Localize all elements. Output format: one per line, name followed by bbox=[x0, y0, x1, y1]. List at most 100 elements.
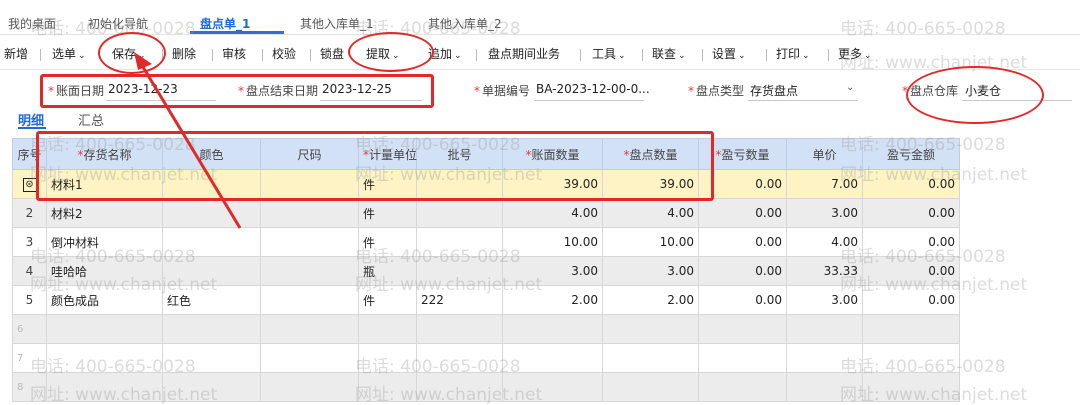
batch-cell[interactable] bbox=[416, 227, 503, 257]
col-color-header[interactable]: 颜色 bbox=[162, 138, 261, 170]
empty-cell[interactable] bbox=[358, 372, 417, 402]
tab-my-desktop[interactable]: 我的桌面 bbox=[8, 15, 56, 33]
size-cell[interactable] bbox=[260, 285, 359, 315]
table-row[interactable]: 6 bbox=[12, 314, 960, 344]
color-cell[interactable] bbox=[162, 169, 261, 199]
empty-cell[interactable] bbox=[162, 314, 261, 344]
audit-button[interactable]: 审核 bbox=[222, 45, 246, 62]
item-name-cell[interactable]: 颜色成品 bbox=[46, 285, 163, 315]
price-cell[interactable]: 3.00 bbox=[786, 198, 863, 228]
color-cell[interactable]: 红色 bbox=[162, 285, 261, 315]
empty-cell[interactable] bbox=[358, 343, 417, 373]
unit-cell[interactable]: 件 bbox=[358, 169, 417, 199]
empty-cell[interactable] bbox=[46, 372, 163, 402]
size-cell[interactable] bbox=[260, 227, 359, 257]
empty-cell[interactable] bbox=[698, 314, 787, 344]
color-cell[interactable] bbox=[162, 198, 261, 228]
count-qty-cell[interactable]: 3.00 bbox=[602, 256, 699, 286]
empty-cell[interactable] bbox=[416, 372, 503, 402]
unit-cell[interactable]: 瓶 bbox=[358, 256, 417, 286]
unit-cell[interactable]: 件 bbox=[358, 198, 417, 228]
lock-button[interactable]: 锁盘 bbox=[320, 45, 344, 62]
book-date-field[interactable]: 2023-12-23 bbox=[108, 82, 178, 96]
unit-cell[interactable]: 件 bbox=[358, 285, 417, 315]
col-count-qty-header[interactable]: *盘点数量 bbox=[602, 138, 699, 170]
count-qty-cell[interactable]: 39.00 bbox=[602, 169, 699, 199]
col-price-header[interactable]: 单价 bbox=[786, 138, 863, 170]
empty-cell[interactable] bbox=[698, 372, 787, 402]
save-button[interactable]: 保存 ⌄ bbox=[112, 45, 146, 62]
price-cell[interactable]: 3.00 bbox=[786, 285, 863, 315]
col-diff-amt-header[interactable]: 盈亏金额 bbox=[862, 138, 960, 170]
batch-cell[interactable] bbox=[416, 169, 503, 199]
count-qty-cell[interactable]: 10.00 bbox=[602, 227, 699, 257]
linked-query-button[interactable]: 联查 ⌄ bbox=[652, 45, 686, 62]
empty-cell[interactable] bbox=[602, 343, 699, 373]
delete-button[interactable]: 删除 bbox=[172, 45, 196, 62]
book-qty-cell[interactable]: 3.00 bbox=[502, 256, 603, 286]
empty-cell[interactable] bbox=[358, 314, 417, 344]
diff-amt-cell[interactable]: 0.00 bbox=[862, 285, 960, 315]
empty-cell[interactable] bbox=[602, 314, 699, 344]
empty-cell[interactable] bbox=[162, 343, 261, 373]
item-name-cell[interactable]: 材料1 bbox=[46, 169, 163, 199]
empty-cell[interactable] bbox=[602, 372, 699, 402]
diff-qty-cell[interactable]: 0.00 bbox=[698, 256, 787, 286]
doc-no-field[interactable]: BA-2023-12-00-0... bbox=[536, 82, 650, 96]
diff-qty-cell[interactable]: 0.00 bbox=[698, 227, 787, 257]
row-seq-cell[interactable]: ⊙ bbox=[12, 169, 47, 199]
empty-cell[interactable] bbox=[786, 343, 863, 373]
size-cell[interactable] bbox=[260, 256, 359, 286]
col-diff-qty-header[interactable]: *盈亏数量 bbox=[698, 138, 787, 170]
empty-cell[interactable] bbox=[786, 372, 863, 402]
empty-cell[interactable] bbox=[46, 314, 163, 344]
item-name-cell[interactable]: 哇哈哈 bbox=[46, 256, 163, 286]
empty-cell[interactable] bbox=[46, 343, 163, 373]
empty-cell[interactable] bbox=[260, 314, 359, 344]
empty-cell[interactable] bbox=[416, 314, 503, 344]
end-date-field[interactable]: 2023-12-25 bbox=[322, 82, 392, 96]
count-qty-cell[interactable]: 4.00 bbox=[602, 198, 699, 228]
warehouse-field[interactable]: 小麦仓 bbox=[965, 82, 1001, 99]
tab-other-inbound-2[interactable]: 其他入库单_2 bbox=[428, 15, 502, 33]
empty-cell[interactable] bbox=[260, 343, 359, 373]
col-batch-header[interactable]: 批号 bbox=[416, 138, 503, 170]
diff-qty-cell[interactable]: 0.00 bbox=[698, 169, 787, 199]
price-cell[interactable]: 7.00 bbox=[786, 169, 863, 199]
new-button[interactable]: 新增 bbox=[4, 45, 28, 62]
color-cell[interactable] bbox=[162, 256, 261, 286]
chevron-down-icon[interactable]: ⌄ bbox=[846, 82, 854, 93]
table-row[interactable]: 5 颜色成品 红色 件 222 2.00 2.00 0.00 3.00 0.00 bbox=[12, 285, 960, 315]
verify-button[interactable]: 校验 bbox=[272, 45, 296, 62]
size-cell[interactable] bbox=[260, 169, 359, 199]
stocktake-type-select[interactable]: 存货盘点 bbox=[750, 82, 798, 99]
table-row[interactable]: 3 倒冲材料 件 10.00 10.00 0.00 4.00 0.00 bbox=[12, 227, 960, 257]
diff-amt-cell[interactable]: 0.00 bbox=[862, 256, 960, 286]
table-row[interactable]: 7 bbox=[12, 343, 960, 373]
extract-button[interactable]: 提取 ⌄ bbox=[366, 45, 400, 62]
table-row[interactable]: ⊙ 材料1 件 39.00 39.00 0.00 7.00 0.00 bbox=[12, 169, 960, 199]
color-cell[interactable] bbox=[162, 227, 261, 257]
batch-cell[interactable] bbox=[416, 256, 503, 286]
append-button[interactable]: 追加 ⌄ bbox=[428, 45, 462, 62]
empty-cell[interactable] bbox=[862, 343, 960, 373]
print-button[interactable]: 打印 ⌄ bbox=[776, 45, 810, 62]
period-business-button[interactable]: 盘点期间业务 bbox=[488, 45, 560, 62]
book-qty-cell[interactable]: 4.00 bbox=[502, 198, 603, 228]
price-cell[interactable]: 4.00 bbox=[786, 227, 863, 257]
empty-cell[interactable] bbox=[862, 372, 960, 402]
empty-cell[interactable] bbox=[162, 372, 261, 402]
batch-cell[interactable] bbox=[416, 198, 503, 228]
diff-amt-cell[interactable]: 0.00 bbox=[862, 227, 960, 257]
col-name-header[interactable]: *存货名称 bbox=[46, 138, 163, 170]
empty-cell[interactable] bbox=[502, 314, 603, 344]
table-row[interactable]: 8 bbox=[12, 372, 960, 402]
unit-cell[interactable]: 件 bbox=[358, 227, 417, 257]
col-unit-header[interactable]: *计量单位 bbox=[358, 138, 417, 170]
more-button[interactable]: 更多 ⌄ bbox=[838, 45, 872, 62]
tab-summary[interactable]: 汇总 bbox=[78, 110, 104, 129]
diff-qty-cell[interactable]: 0.00 bbox=[698, 198, 787, 228]
tab-other-inbound-1[interactable]: 其他入库单_1 bbox=[300, 15, 374, 33]
book-qty-cell[interactable]: 39.00 bbox=[502, 169, 603, 199]
book-qty-cell[interactable]: 10.00 bbox=[502, 227, 603, 257]
